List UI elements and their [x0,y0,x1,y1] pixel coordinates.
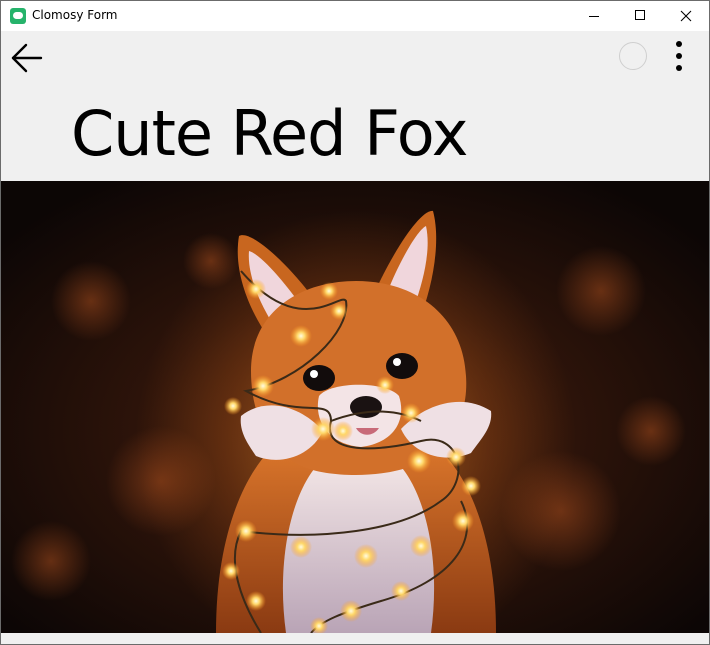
back-button[interactable] [10,41,44,75]
page-title: Cute Red Fox [71,97,468,170]
close-button[interactable] [663,1,709,31]
fox-image [1,181,709,633]
app-window: Clomosy Form Cute Red Fox [0,0,710,645]
maximize-icon [635,10,645,20]
arrow-left-icon [11,43,43,73]
maximize-button[interactable] [617,1,663,31]
fox-illustration [1,181,709,633]
circle-icon[interactable] [619,42,647,70]
close-icon [680,10,692,22]
window-title: Clomosy Form [32,8,118,22]
app-bar: Cute Red Fox [1,31,709,181]
more-vertical-icon[interactable] [669,39,689,73]
minimize-button[interactable] [571,1,617,31]
clomosy-app-icon [10,8,26,24]
minimize-icon [589,16,599,17]
title-bar[interactable]: Clomosy Form [1,1,709,31]
bottom-strip [1,633,709,644]
